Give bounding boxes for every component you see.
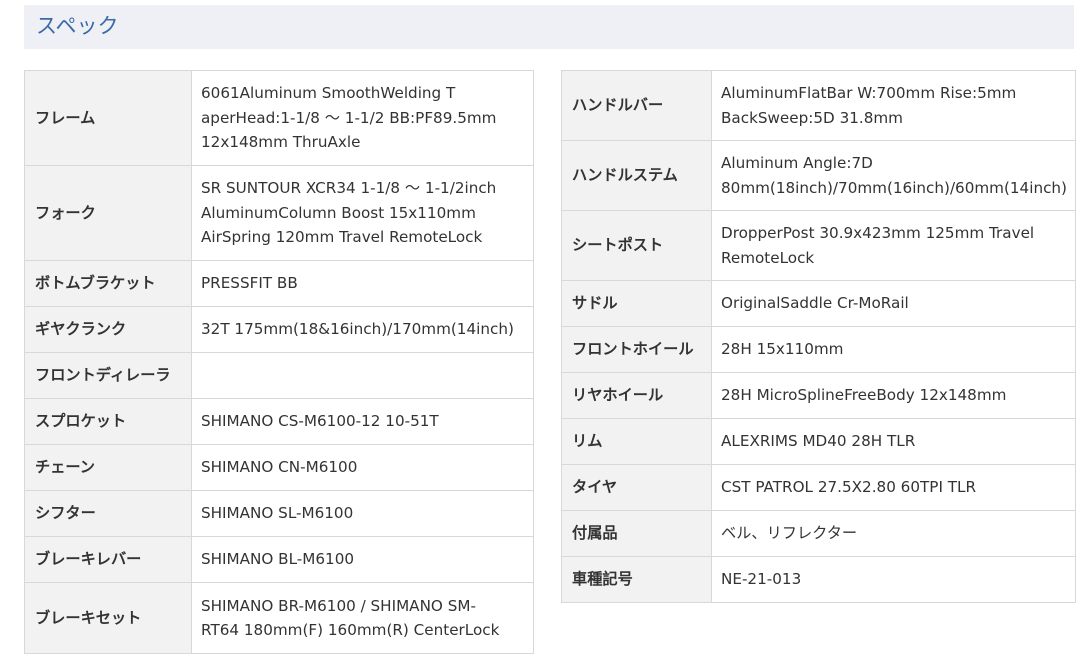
spec-label: サドル: [561, 280, 712, 327]
spec-value: NE-21-013: [711, 556, 1076, 603]
spec-value: DropperPost 30.9x423mm 125mm Travel Remot…: [711, 210, 1076, 281]
spec-value: Aluminum Angle:7D 80mm(18inch)/70mm(16inc…: [711, 140, 1076, 211]
spec-label: チェーン: [24, 444, 192, 491]
spec-label: ハンドルステム: [561, 140, 712, 211]
spec-value-line: AluminumColumn Boost 15x110mm: [201, 203, 476, 222]
spec-value: SHIMANO BR-M6100 / SHIMANO SM- RT64 180mm…: [191, 582, 534, 654]
spec-row: フレーム 6061Aluminum SmoothWelding T aperHead…: [24, 70, 534, 166]
spec-value-line: AluminumFlatBar W:700mm Rise:5mm: [721, 84, 1017, 102]
spec-value: SHIMANO CN-M6100: [191, 444, 534, 491]
spec-label: フロントディレーラ: [24, 352, 192, 399]
spec-label: リヤホイール: [561, 372, 712, 419]
spec-value-line: 28H 15x110mm: [721, 340, 844, 359]
spec-row: ハンドルバー AluminumFlatBar W:700mm Rise:5mm Ba…: [561, 70, 1076, 141]
spec-row: フロントディレーラ: [24, 352, 534, 399]
spec-value-line: 12x148mm ThruAxle: [201, 133, 361, 152]
spec-value-line: RT64 180mm(F) 160mm(R) CenterLock: [201, 621, 500, 639]
spec-label: 付属品: [561, 510, 712, 557]
spec-value-line: RemoteLock: [721, 248, 815, 267]
spec-label: スプロケット: [24, 398, 192, 445]
spec-row: 付属品 ベル、リフレクター: [561, 510, 1076, 557]
spec-value-line: NE-21-013: [721, 570, 802, 589]
spec-row: ブレーキセット SHIMANO BR-M6100 / SHIMANO SM- RT6…: [24, 582, 534, 654]
spec-row: ギヤクランク 32T 175mm(18&16inch)/170mm(14inch): [24, 306, 534, 353]
spec-value: [191, 352, 534, 399]
spec-value-line: ALEXRIMS MD40 28H TLR: [721, 432, 916, 451]
spec-value: SHIMANO CS-M6100-12 10-51T: [191, 398, 534, 445]
spec-label: リム: [561, 418, 712, 465]
spec-row: シートポスト DropperPost 30.9x423mm 125mm Trave…: [561, 210, 1076, 281]
spec-value-line: Aluminum Angle:7D: [721, 154, 873, 172]
spec-value-line: OriginalSaddle Cr-MoRail: [721, 294, 909, 313]
section-heading: スペック: [24, 5, 1074, 49]
spec-label: ボトムブラケット: [24, 260, 192, 307]
spec-value: 32T 175mm(18&16inch)/170mm(14inch): [191, 306, 534, 353]
spec-label: ブレーキレバー: [24, 536, 192, 583]
spec-label: シフター: [24, 490, 192, 537]
spec-label: フォーク: [24, 165, 192, 261]
spec-value: 28H 15x110mm: [711, 326, 1076, 373]
spec-table-left: フレーム 6061Aluminum SmoothWelding T aperHead…: [24, 70, 534, 654]
spec-value-line: BackSweep:5D 31.8mm: [721, 108, 903, 127]
spec-value-line: 6061Aluminum SmoothWelding T: [201, 84, 456, 103]
spec-value-line: aperHead:1-1/8 〜 1-1/2 BB:PF89.5mm: [201, 108, 497, 127]
spec-label: ブレーキセット: [24, 582, 192, 654]
spec-row: フロントホイール 28H 15x110mm: [561, 326, 1076, 373]
spec-value: 28H MicroSplineFreeBody 12x148mm: [711, 372, 1076, 419]
spec-label: フレーム: [24, 70, 192, 166]
spec-row: ブレーキレバー SHIMANO BL-M6100: [24, 536, 534, 583]
spec-value: SHIMANO BL-M6100: [191, 536, 534, 583]
spec-value: PRESSFIT BB: [191, 260, 534, 307]
spec-label: フロントホイール: [561, 326, 712, 373]
spec-value-line: CST PATROL 27.5X2.80 60TPI TLR: [721, 478, 977, 497]
spec-row: ボトムブラケット PRESSFIT BB: [24, 260, 534, 307]
spec-value-line: 32T 175mm(18&16inch)/170mm(14inch): [201, 320, 514, 339]
spec-value-line: SHIMANO CN-M6100: [201, 458, 358, 477]
spec-value-line: SHIMANO CS-M6100-12 10-51T: [201, 412, 439, 431]
spec-row: サドル OriginalSaddle Cr-MoRail: [561, 280, 1076, 327]
spec-row: ハンドルステム Aluminum Angle:7D 80mm(18inch)/70m…: [561, 140, 1076, 211]
spec-value-line: 80mm(18inch)/70mm(16inch)/60mm(14inch): [721, 178, 1067, 197]
spec-row: シフター SHIMANO SL-M6100: [24, 490, 534, 537]
spec-value: SR SUNTOUR XCR34 1-1/8 〜 1-1/2inch Alumin…: [191, 165, 534, 261]
spec-value: ベル、リフレクター: [711, 510, 1076, 557]
spec-row: スプロケット SHIMANO CS-M6100-12 10-51T: [24, 398, 534, 445]
spec-label: タイヤ: [561, 464, 712, 511]
spec-value-line: SHIMANO BL-M6100: [201, 550, 355, 569]
spec-value-line: PRESSFIT BB: [201, 274, 298, 293]
section-title: スペック: [36, 14, 119, 38]
spec-row: チェーン SHIMANO CN-M6100: [24, 444, 534, 491]
spec-value-line: SR SUNTOUR XCR34 1-1/8 〜 1-1/2inch: [201, 179, 497, 198]
spec-value: CST PATROL 27.5X2.80 60TPI TLR: [711, 464, 1076, 511]
spec-value: AluminumFlatBar W:700mm Rise:5mm BackSwee…: [711, 70, 1076, 141]
spec-value-line: SHIMANO SL-M6100: [201, 504, 354, 523]
spec-table-right: ハンドルバー AluminumFlatBar W:700mm Rise:5mm Ba…: [561, 70, 1076, 603]
spec-value-line: 28H MicroSplineFreeBody 12x148mm: [721, 386, 1007, 405]
spec-value-line: AirSpring 120mm Travel RemoteLock: [201, 228, 483, 247]
spec-label: ハンドルバー: [561, 70, 712, 141]
spec-value: OriginalSaddle Cr-MoRail: [711, 280, 1076, 327]
spec-row: タイヤ CST PATROL 27.5X2.80 60TPI TLR: [561, 464, 1076, 511]
spec-value: 6061Aluminum SmoothWelding T aperHead:1-1…: [191, 70, 534, 166]
spec-value-line: DropperPost 30.9x423mm 125mm Travel: [721, 224, 1035, 242]
spec-row: リム ALEXRIMS MD40 28H TLR: [561, 418, 1076, 465]
spec-label: 車種記号: [561, 556, 712, 603]
spec-row: リヤホイール 28H MicroSplineFreeBody 12x148mm: [561, 372, 1076, 419]
spec-value: ALEXRIMS MD40 28H TLR: [711, 418, 1076, 465]
spec-row: 車種記号 NE-21-013: [561, 556, 1076, 603]
spec-value-line: SHIMANO BR-M6100 / SHIMANO SM-: [201, 596, 476, 615]
spec-value-line: ベル、リフレクター: [721, 524, 858, 543]
spec-label: ギヤクランク: [24, 306, 192, 353]
spec-value: SHIMANO SL-M6100: [191, 490, 534, 537]
spec-row: フォーク SR SUNTOUR XCR34 1-1/8 〜 1-1/2inch Al…: [24, 165, 534, 261]
spec-label: シートポスト: [561, 210, 712, 281]
